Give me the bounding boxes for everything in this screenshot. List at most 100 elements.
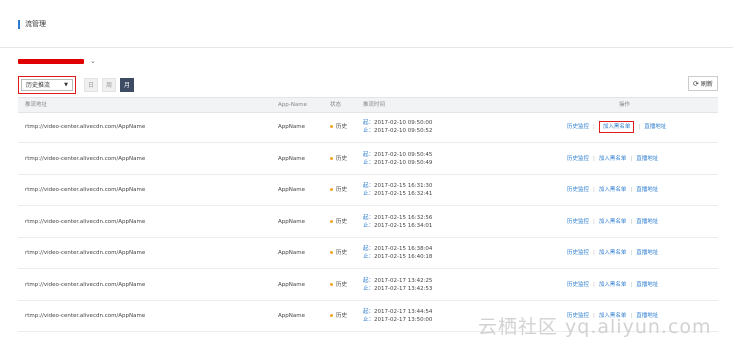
separator: | — [630, 187, 633, 193]
start-time: 2017-02-17 13:44:54 — [374, 309, 433, 315]
app-name: AppName — [278, 313, 305, 319]
stream-times: 起：2017-02-15 16:32:56 止：2017-02-15 16:34… — [363, 214, 432, 230]
app-name: AppName — [278, 281, 305, 288]
blacklist-wrapper: 加入黑名单 — [598, 121, 635, 133]
end-label: 止： — [363, 191, 375, 197]
stream-address: rtmp://video-center.alivecdn.com/AppName — [25, 218, 146, 225]
stream-address: rtmp://video-center.alivecdn.com/AppName — [25, 155, 146, 162]
stream-address: rtmp://video-center.alivecdn.com/AppName — [25, 250, 146, 256]
history-type-select[interactable]: 历史推流 ▼ — [21, 78, 73, 91]
blacklist-wrapper: 加入黑名单 — [599, 250, 627, 256]
status-badge: 历史 — [330, 238, 347, 268]
blacklist-wrapper: 加入黑名单 — [599, 187, 627, 193]
start-label: 起： — [363, 151, 375, 158]
stream-times: 起：2017-02-10 09:50:45 止：2017-02-10 09:50… — [363, 151, 432, 167]
history-monitor-link[interactable]: 历史监控 — [567, 156, 589, 162]
status-dot-icon — [330, 125, 333, 128]
refresh-label: 刷新 — [700, 81, 713, 88]
end-label: 止： — [363, 159, 375, 166]
page-header: 流管理 — [18, 17, 46, 31]
separator: | — [630, 155, 633, 162]
chevron-down-icon: ⌄ — [90, 57, 96, 65]
separator: | — [638, 124, 641, 130]
end-time: 2017-02-15 16:40:18 — [374, 254, 433, 260]
range-month-button[interactable]: 月 — [120, 77, 134, 92]
start-label: 起： — [363, 183, 375, 189]
live-address-link[interactable]: 直播地址 — [644, 124, 666, 130]
stream-address: rtmp://video-center.alivecdn.com/AppName — [25, 124, 146, 130]
table-header: 推流地址 App-Name 状态 推流时间 操作 — [18, 97, 718, 113]
blacklist-wrapper: 加入黑名单 — [599, 156, 627, 162]
refresh-button[interactable]: ⟳ 刷新 — [688, 76, 718, 91]
table-row: rtmp://video-center.alivecdn.com/AppName… — [18, 270, 718, 301]
live-address-link[interactable]: 直播地址 — [636, 219, 658, 225]
status-dot-icon — [330, 219, 333, 223]
separator: | — [593, 124, 595, 130]
status-text: 历史 — [336, 313, 348, 319]
status-text: 历史 — [336, 155, 348, 162]
domain-selector[interactable]: ⌄ — [18, 57, 96, 65]
app-name: AppName — [278, 124, 305, 130]
app-name: AppName — [278, 250, 305, 256]
stream-address: rtmp://video-center.alivecdn.com/AppName — [25, 187, 146, 193]
page-title: 流管理 — [25, 20, 46, 28]
history-monitor-link[interactable]: 历史监控 — [567, 250, 589, 256]
live-address-link[interactable]: 直播地址 — [636, 250, 658, 256]
add-blacklist-link[interactable]: 加入黑名单 — [599, 250, 627, 256]
separator: | — [593, 187, 595, 193]
range-day-button[interactable]: 日 — [84, 77, 98, 92]
table-row: rtmp://video-center.alivecdn.com/AppName… — [18, 144, 718, 175]
watermark: 云栖社区 yq.aliyun.com — [478, 316, 712, 338]
caret-down-icon: ▼ — [64, 81, 68, 88]
col-actions: 操作 — [619, 102, 631, 108]
separator: | — [593, 250, 595, 256]
history-monitor-link[interactable]: 历史监控 — [567, 282, 589, 288]
col-status: 状态 — [330, 102, 342, 108]
col-app-name: App-Name — [278, 102, 307, 108]
app-name: AppName — [278, 187, 305, 193]
table-row: rtmp://video-center.alivecdn.com/AppName… — [18, 175, 718, 206]
blacklist-wrapper: 加入黑名单 — [599, 282, 627, 288]
live-address-link[interactable]: 直播地址 — [636, 187, 658, 193]
end-time: 2017-02-10 09:50:52 — [374, 128, 433, 134]
stream-address: rtmp://video-center.alivecdn.com/AppName — [25, 281, 146, 288]
start-label: 起： — [363, 246, 375, 252]
add-blacklist-link[interactable]: 加入黑名单 — [599, 156, 627, 162]
status-text: 历史 — [336, 281, 348, 288]
start-time: 2017-02-10 09:50:00 — [374, 120, 433, 126]
stream-times: 起：2017-02-15 16:38:04 止：2017-02-15 16:40… — [363, 245, 432, 261]
end-label: 止： — [363, 128, 375, 134]
table-row: rtmp://video-center.alivecdn.com/AppName… — [18, 238, 718, 269]
status-dot-icon — [330, 156, 333, 160]
header-divider — [0, 47, 733, 48]
status-dot-icon — [330, 282, 333, 286]
end-time: 2017-02-17 13:42:53 — [374, 285, 433, 292]
add-blacklist-link[interactable]: 加入黑名单 — [603, 124, 631, 130]
row-actions: 历史监控 | 加入黑名单 | 直播地址 — [567, 207, 658, 237]
separator: | — [593, 218, 595, 225]
status-text: 历史 — [336, 124, 348, 130]
col-time: 推流时间 — [363, 102, 386, 108]
live-address-link[interactable]: 直播地址 — [636, 282, 658, 288]
history-monitor-link[interactable]: 历史监控 — [567, 187, 589, 193]
history-monitor-link[interactable]: 历史监控 — [567, 124, 589, 130]
stream-times: 起：2017-02-17 13:42:25 止：2017-02-17 13:42… — [363, 277, 432, 293]
redacted-domain — [18, 58, 84, 64]
add-blacklist-link[interactable]: 加入黑名单 — [599, 187, 627, 193]
status-text: 历史 — [336, 250, 348, 256]
stream-times: 起：2017-02-17 13:44:54 止：2017-02-17 13:50… — [363, 308, 432, 324]
history-monitor-link[interactable]: 历史监控 — [567, 219, 589, 225]
add-blacklist-link[interactable]: 加入黑名单 — [599, 219, 627, 225]
start-time: 2017-02-15 16:32:56 — [374, 214, 433, 221]
status-badge: 历史 — [330, 207, 347, 237]
range-week-button[interactable]: 周 — [102, 77, 116, 92]
row-actions: 历史监控 | 加入黑名单 | 直播地址 — [567, 270, 658, 300]
stream-address: rtmp://video-center.alivecdn.com/AppName — [25, 313, 146, 319]
stream-times: 起：2017-02-15 16:31:30 止：2017-02-15 16:32… — [363, 182, 432, 198]
stream-times: 起：2017-02-10 09:50:00 止：2017-02-10 09:50… — [363, 119, 432, 135]
filter-toolbar: 历史推流 ▼ 日 周 月 — [18, 75, 134, 94]
separator: | — [593, 155, 595, 162]
status-dot-icon — [330, 188, 333, 191]
add-blacklist-link[interactable]: 加入黑名单 — [599, 282, 627, 288]
live-address-link[interactable]: 直播地址 — [636, 156, 658, 162]
